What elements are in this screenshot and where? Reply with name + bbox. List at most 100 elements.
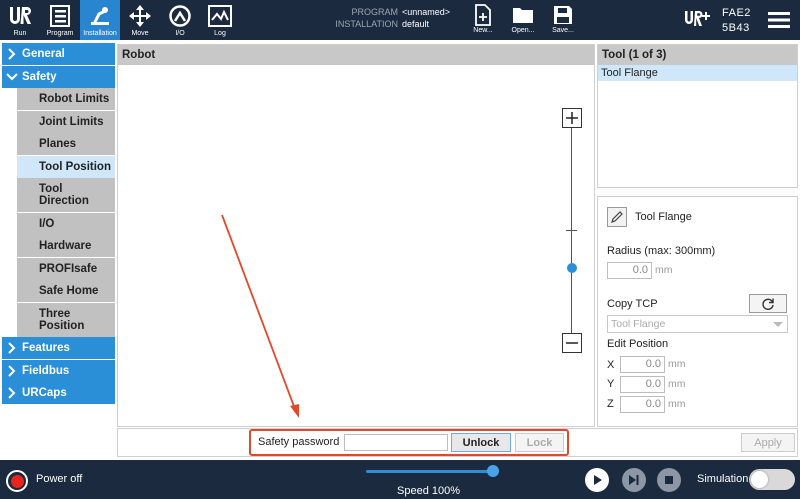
zoom-in-button[interactable] <box>562 108 582 128</box>
nav-features[interactable]: Features <box>2 337 115 359</box>
nav-safety[interactable]: Safety <box>2 65 115 88</box>
nav-three-position[interactable]: Three Position <box>17 302 115 337</box>
speed-slider-track[interactable] <box>366 470 494 473</box>
tab-move[interactable]: Move <box>120 0 160 40</box>
nav-profisafe-label: PROFIsafe <box>39 262 98 275</box>
save-button[interactable]: Save... <box>543 0 583 40</box>
copy-tcp-dropdown[interactable]: Tool Flange <box>607 315 788 333</box>
edit-name-button[interactable] <box>607 207 627 227</box>
power-status-label[interactable]: Power off <box>36 473 82 485</box>
tab-io-label: I/O <box>175 30 185 37</box>
robot-view-title: Robot <box>118 45 594 65</box>
nav-joint-limits-label: Joint Limits <box>39 115 104 128</box>
program-name: <unnamed> <box>402 7 451 17</box>
nav-tool-position-label: Tool Position <box>39 160 111 173</box>
position-x-input[interactable]: 0.0 <box>620 356 665 373</box>
chevron-down-icon <box>2 72 22 81</box>
urplus-icon[interactable] <box>684 9 712 29</box>
chevron-right-icon <box>2 342 22 354</box>
open-button[interactable]: Open... <box>503 0 543 40</box>
nav-urcaps[interactable]: URCaps <box>2 382 115 404</box>
safety-password-input[interactable] <box>344 434 448 451</box>
nav-features-label: Features <box>22 342 70 354</box>
nav-hardware-label: Hardware <box>39 240 92 252</box>
position-y-input[interactable]: 0.0 <box>620 376 665 393</box>
tab-program-label: Program <box>46 30 74 37</box>
copy-tcp-dropdown-value: Tool Flange <box>611 318 666 330</box>
nav-joint-limits[interactable]: Joint Limits <box>17 110 115 133</box>
speed-label: Speed 100% <box>397 485 460 497</box>
save-label: Save... <box>552 27 574 34</box>
nav-safe-home-label: Safe Home <box>39 285 99 297</box>
radius-label: Radius (max: 300mm) <box>607 245 716 257</box>
lock-button[interactable]: Lock <box>515 433 564 452</box>
tab-installation-label: Installation <box>83 30 117 37</box>
chevron-down-icon <box>773 322 783 327</box>
refresh-icon <box>762 298 774 310</box>
top-bar: Run Program Installation Move I/O Log PR… <box>0 0 800 40</box>
copy-tcp-button[interactable] <box>749 294 787 313</box>
apply-button[interactable]: Apply <box>741 433 795 452</box>
nav-urcaps-label: URCaps <box>22 387 67 399</box>
nav-tool-direction[interactable]: Tool Direction <box>17 178 115 212</box>
open-folder-icon <box>512 4 534 26</box>
power-button[interactable] <box>6 470 28 492</box>
nav-profisafe[interactable]: PROFIsafe <box>17 257 115 280</box>
tool-list-panel: Tool (1 of 3) Tool Flange <box>597 44 798 188</box>
zoom-slider-tick <box>566 230 577 231</box>
tab-run[interactable]: Run <box>0 0 40 40</box>
stop-button[interactable] <box>657 468 681 492</box>
installation-icon <box>87 3 113 29</box>
speed-slider-handle[interactable] <box>487 465 499 477</box>
unlock-button[interactable]: Unlock <box>451 433 511 452</box>
nav-fieldbus[interactable]: Fieldbus <box>2 359 115 382</box>
tool-list-title: Tool (1 of 3) <box>598 45 797 65</box>
step-button[interactable] <box>622 468 646 492</box>
simulation-toggle[interactable] <box>749 469 795 490</box>
robot-view-panel: Robot <box>117 44 595 427</box>
plus-icon <box>566 112 578 124</box>
nav-hardware[interactable]: Hardware <box>17 235 115 257</box>
pencil-icon <box>611 211 623 223</box>
simulation-label: Simulation <box>697 473 749 485</box>
tab-io[interactable]: I/O <box>160 0 200 40</box>
position-z-input[interactable]: 0.0 <box>620 396 665 413</box>
robot-serial-line2: 5B43 <box>722 22 750 34</box>
chevron-right-icon <box>2 364 22 377</box>
nav-fieldbus-label: Fieldbus <box>22 364 70 377</box>
chevron-right-icon <box>2 387 22 399</box>
new-button[interactable]: New... <box>463 0 503 40</box>
nav-safety-label: Safety <box>22 70 57 83</box>
tool-name: Tool Flange <box>635 211 692 223</box>
play-icon <box>594 475 602 485</box>
new-file-icon <box>472 4 494 26</box>
nav-planes[interactable]: Planes <box>17 133 115 155</box>
tab-installation[interactable]: Installation <box>80 0 120 40</box>
tab-log[interactable]: Log <box>200 0 240 40</box>
nav-safe-home[interactable]: Safe Home <box>17 280 115 302</box>
play-button[interactable] <box>585 468 609 492</box>
bottom-bar: Power off Speed 100% Simulation <box>0 460 800 499</box>
minus-icon <box>566 342 578 344</box>
nav-general-label: General <box>22 48 65 60</box>
nav-io[interactable]: I/O <box>17 212 115 235</box>
nav-tool-position[interactable]: Tool Position <box>17 155 115 178</box>
nav-robot-limits[interactable]: Robot Limits <box>17 88 115 110</box>
program-info: PROGRAM <unnamed> INSTALLATION default <box>320 6 450 30</box>
tab-program[interactable]: Program <box>40 0 80 40</box>
radius-input[interactable]: 0.0 <box>607 262 652 279</box>
step-icon <box>629 475 639 485</box>
tool-list-item[interactable]: Tool Flange <box>598 65 797 81</box>
save-icon <box>552 4 574 26</box>
nav-three-position-label: Three Position <box>39 307 85 332</box>
hamburger-menu-icon[interactable] <box>768 11 790 29</box>
simulation-toggle-knob <box>751 471 768 488</box>
nav-general[interactable]: General <box>2 43 115 65</box>
zoom-out-button[interactable] <box>562 333 582 353</box>
zoom-slider-handle[interactable] <box>567 263 577 273</box>
nav-planes-label: Planes <box>39 138 77 150</box>
installation-name: default <box>402 19 430 29</box>
tab-log-label: Log <box>214 30 226 37</box>
nav-tool-direction-label: Tool Direction <box>39 183 89 207</box>
new-label: New... <box>473 27 493 34</box>
